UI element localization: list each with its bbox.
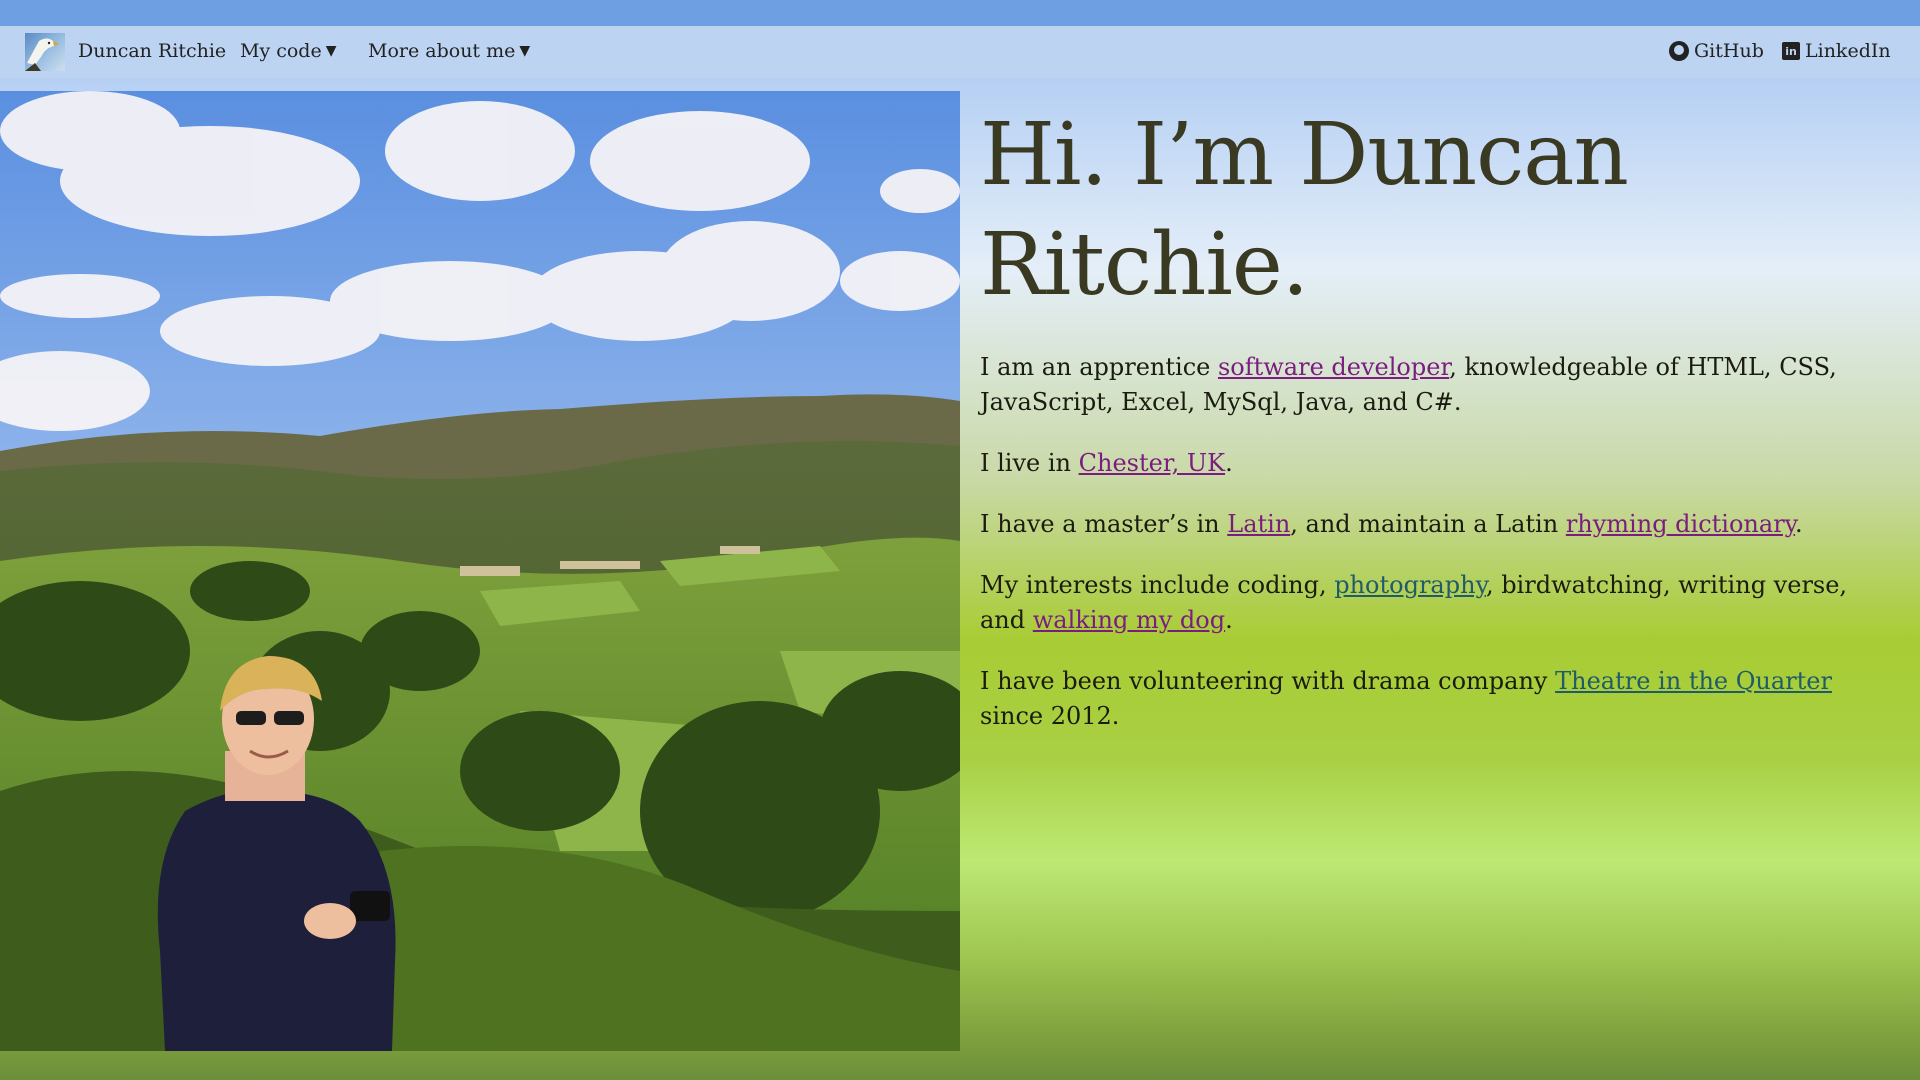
photography-link[interactable]: photography xyxy=(1334,571,1486,599)
intro-paragraph-latin: I have a master’s in Latin, and maintain… xyxy=(980,507,1880,542)
paragraph-text: I am an apprentice xyxy=(980,353,1218,381)
theatre-in-the-quarter-link[interactable]: Theatre in the Quarter xyxy=(1555,667,1832,695)
paragraph-text: . xyxy=(1225,449,1233,477)
linkedin-link[interactable]: in LinkedIn xyxy=(1782,40,1891,62)
linkedin-link-label: LinkedIn xyxy=(1805,40,1891,62)
rhyming-dictionary-link[interactable]: rhyming dictionary xyxy=(1566,510,1795,538)
intro-paragraph-location: I live in Chester, UK. xyxy=(980,446,1880,481)
paragraph-text: . xyxy=(1795,510,1803,538)
my-code-menu-label: My code xyxy=(240,40,322,62)
page-title: Hi. I’m Duncan Ritchie. xyxy=(980,105,1629,315)
intro-paragraph-theatre: I have been volunteering with drama comp… xyxy=(980,664,1880,734)
my-code-menu[interactable]: My code ▼ xyxy=(240,40,337,62)
github-icon xyxy=(1669,41,1689,61)
paragraph-text: I have been volunteering with drama comp… xyxy=(980,667,1556,695)
chester-uk-link[interactable]: Chester, UK xyxy=(1079,449,1225,477)
caret-down-icon: ▼ xyxy=(519,43,531,59)
caret-down-icon: ▼ xyxy=(325,43,337,59)
more-about-me-menu[interactable]: More about me ▼ xyxy=(368,40,530,62)
intro-section: Hi. I’m Duncan Ritchie. I am an apprenti… xyxy=(980,100,1880,760)
intro-paragraph-interests: My interests include coding, photography… xyxy=(980,568,1880,638)
software-developer-link[interactable]: software developer xyxy=(1218,353,1449,381)
latin-link[interactable]: Latin xyxy=(1227,510,1290,538)
paragraph-text: . xyxy=(1225,606,1233,634)
walking-my-dog-link[interactable]: walking my dog xyxy=(1033,606,1225,634)
linkedin-icon: in xyxy=(1782,42,1800,60)
intro-paragraph-developer: I am an apprentice software developer, k… xyxy=(980,350,1880,420)
github-link[interactable]: GitHub xyxy=(1669,40,1764,62)
paragraph-text: , and maintain a Latin xyxy=(1290,510,1566,538)
paragraph-text: I live in xyxy=(980,449,1079,477)
brand-link[interactable]: Duncan Ritchie xyxy=(78,40,226,62)
paragraph-text: My interests include coding, xyxy=(980,571,1335,599)
more-about-me-menu-label: More about me xyxy=(368,40,516,62)
github-link-label: GitHub xyxy=(1694,40,1764,62)
navbar: Duncan Ritchie My code ▼ More about me ▼… xyxy=(0,26,1920,78)
top-strip xyxy=(0,0,1920,26)
eagle-logo-icon[interactable] xyxy=(25,33,65,71)
paragraph-text: since 2012. xyxy=(980,702,1120,730)
paragraph-text: I have a master’s in xyxy=(980,510,1228,538)
profile-landscape-photo xyxy=(0,91,960,1051)
